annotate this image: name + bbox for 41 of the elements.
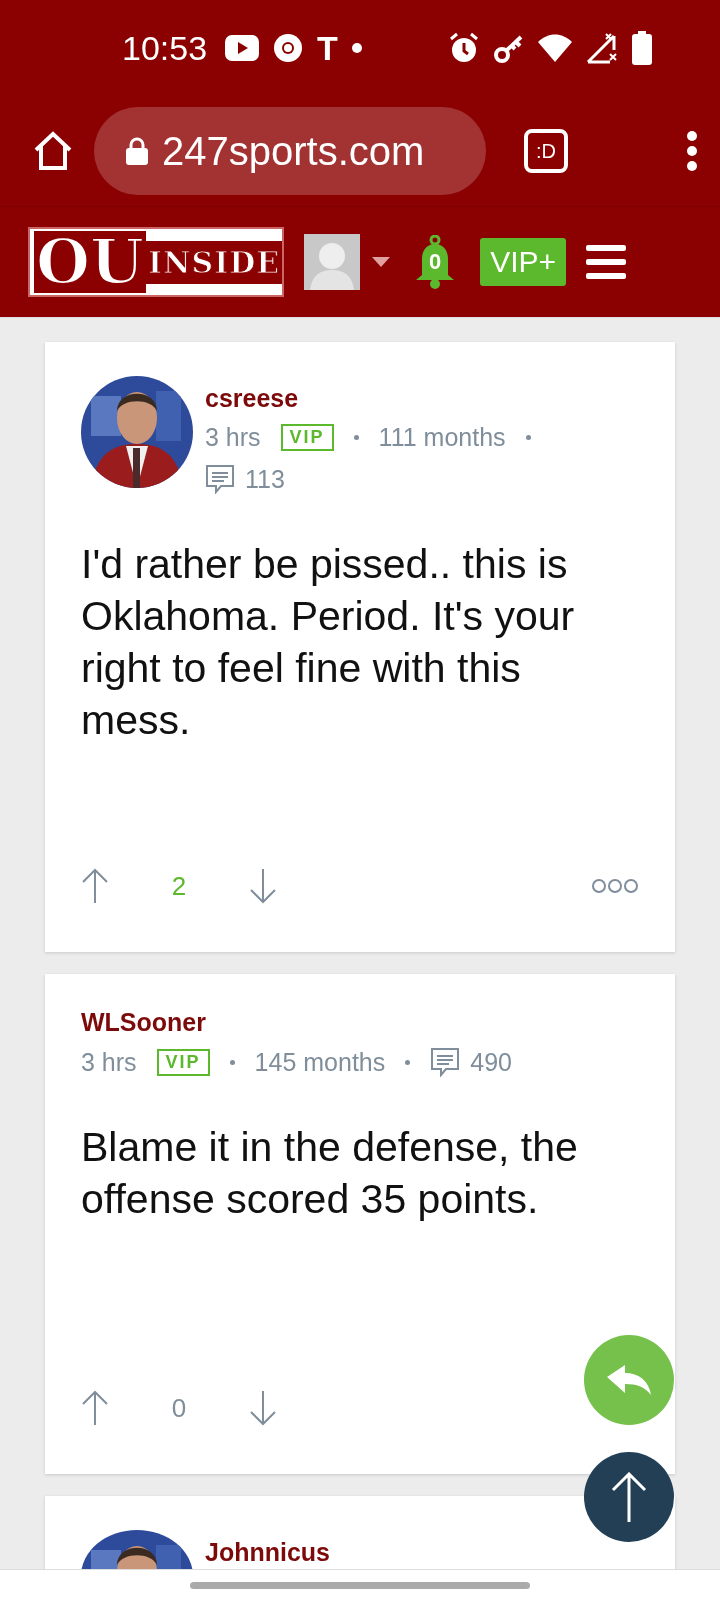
menu-icon[interactable]: [686, 131, 698, 171]
vip-badge: VIP: [280, 424, 334, 451]
comment-text: I'd rather be pissed.. this is Oklahoma. Period. It's your right to feel fine with this mess.: [81, 540, 576, 745]
wifi-icon: [538, 34, 572, 62]
more-icon[interactable]: [591, 878, 639, 894]
member-tenure: 145 months: [254, 1047, 386, 1077]
upvote-icon[interactable]: [81, 868, 109, 904]
signal-icon: [586, 32, 618, 64]
alarm-icon: [448, 32, 480, 64]
lock-icon: [126, 137, 148, 165]
comment-count: 113: [245, 464, 285, 494]
author-name[interactable]: WLSooner: [81, 1008, 639, 1037]
comment-icon: [205, 464, 235, 494]
battery-icon: [632, 31, 652, 65]
reply-icon: [607, 1365, 651, 1395]
vote-score: 2: [170, 870, 188, 902]
post-time: 3 hrs: [81, 1047, 137, 1077]
vip-badge: VIP: [156, 1048, 210, 1076]
comment-count: 490: [470, 1047, 512, 1077]
comment-text: Blame it in the defense, the offense scored 35 points.: [81, 1123, 579, 1224]
home-indicator[interactable]: [190, 1581, 530, 1589]
menu-icon[interactable]: [586, 245, 627, 279]
address-bar[interactable]: 247sports.com: [94, 107, 486, 195]
downvote-icon[interactable]: [249, 868, 277, 904]
arrow-up-icon: [611, 1472, 647, 1522]
post-time: 3 hrs: [205, 423, 261, 452]
caret-icon[interactable]: [372, 257, 391, 267]
notification-letter: T: [317, 28, 338, 68]
upvote-icon[interactable]: [81, 1390, 109, 1426]
home-icon[interactable]: [32, 130, 74, 172]
play-icon: [225, 35, 260, 61]
downvote-icon[interactable]: [249, 1390, 277, 1426]
vote-score: 0: [170, 1392, 188, 1424]
comment-icon: [430, 1047, 461, 1077]
key-icon: [494, 33, 524, 63]
clock: 10:53: [122, 28, 208, 68]
author-name[interactable]: csreese: [205, 384, 585, 413]
tab-switcher[interactable]: :D: [524, 129, 568, 173]
member-tenure: 111 months: [378, 423, 506, 452]
dot-icon: [351, 43, 362, 53]
author-name[interactable]: Johnnicus: [205, 1538, 585, 1567]
